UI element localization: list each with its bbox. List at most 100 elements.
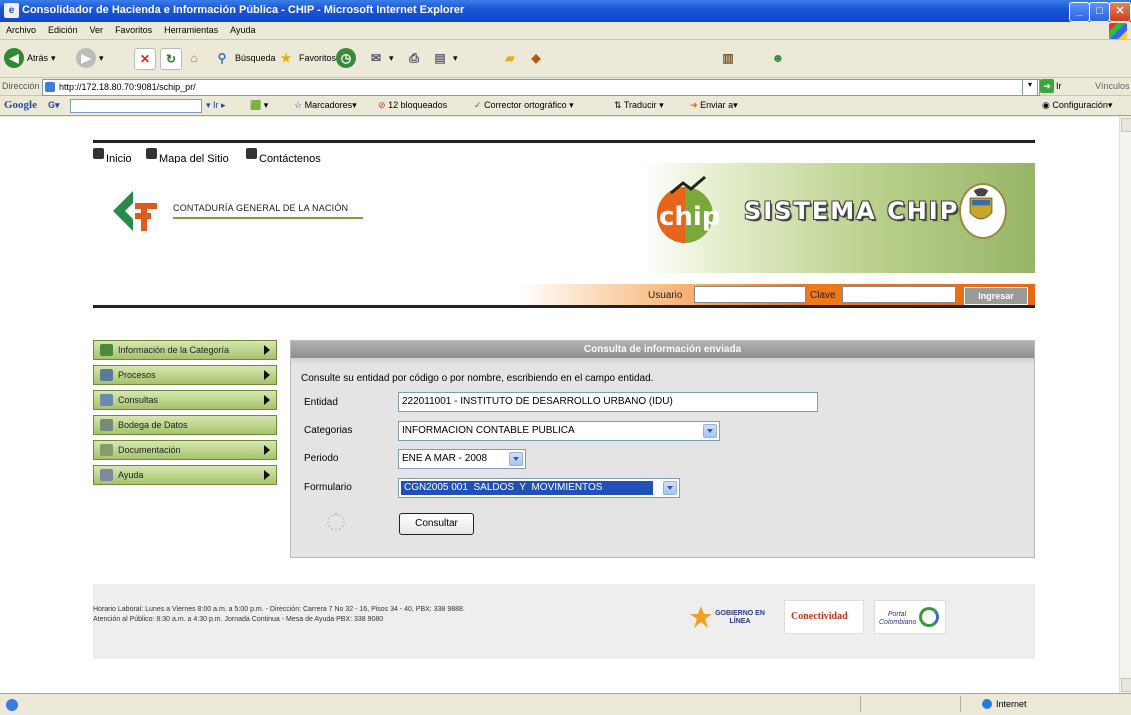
chevron-right-icon xyxy=(264,395,270,405)
menu-bar: Archivo Edición Ver Favoritos Herramientas Ay… xyxy=(0,22,1131,40)
gobierno-en-linea-label: GOBIERNO EN LÍNEA xyxy=(715,610,765,625)
google-logo[interactable]: Google xyxy=(4,99,37,111)
sidemenu-item-consultas[interactable]: Consultas xyxy=(93,390,277,410)
people-icon: ☻ xyxy=(771,51,785,65)
address-dropdown-button[interactable]: ▾ xyxy=(1022,79,1038,96)
home-icon xyxy=(93,148,104,159)
spellcheck-button[interactable]: ✓ Corrector ortográfico ▾ xyxy=(474,100,574,111)
stop-button[interactable]: ✕ xyxy=(134,48,156,70)
bookmarks-label: Marcadores xyxy=(304,100,353,110)
scroll-up-button[interactable] xyxy=(1121,118,1131,132)
popup-blocker-button[interactable]: ⊘ 12 bloqueados xyxy=(378,100,447,111)
address-input[interactable]: http://172.18.80.70:9081/schip_pr/ xyxy=(42,79,1040,96)
pagerank-icon[interactable]: 🟩 ▾ xyxy=(250,100,268,111)
minimize-button[interactable]: _ xyxy=(1069,2,1090,22)
loading-spinner-icon xyxy=(327,513,345,531)
zone-label: Internet xyxy=(996,699,1027,709)
maximize-button[interactable]: □ xyxy=(1089,2,1110,22)
formulario-select[interactable]: CGN2005 001 SALDOS Y MOVIMIENTOS xyxy=(398,478,680,498)
menu-ver[interactable]: Ver xyxy=(84,22,110,35)
consultar-button[interactable]: Consultar xyxy=(399,513,474,535)
google-g-icon[interactable]: G▾ xyxy=(48,100,60,111)
sidemenu-item-ayuda[interactable]: Ayuda xyxy=(93,465,277,485)
user-input[interactable] xyxy=(694,286,806,303)
gobierno-en-linea-logo[interactable]: GOBIERNO EN LÍNEA xyxy=(686,600,772,634)
address-label: Dirección xyxy=(2,81,40,91)
system-name: SISTEMA CHIP xyxy=(744,197,960,225)
sidemenu-item-bodega[interactable]: Bodega de Datos xyxy=(93,415,277,435)
conectividad-logo[interactable]: Conectividad xyxy=(784,600,864,634)
refresh-button[interactable]: ↻ xyxy=(160,48,182,70)
mail-button[interactable]: ✉ ▾ xyxy=(366,48,394,68)
print-button[interactable]: ⎙ xyxy=(404,48,424,68)
status-divider xyxy=(960,696,961,712)
sidemenu-item-info-categoria[interactable]: Información de la Categoría xyxy=(93,340,277,360)
form-instructions: Consulte su entidad por código o por nom… xyxy=(301,373,654,384)
vertical-scrollbar[interactable] xyxy=(1119,117,1131,693)
window-title: Consolidador de Hacienda e Información P… xyxy=(22,4,465,16)
translate-icon: ⇅ xyxy=(614,100,622,110)
footer-text: Horario Laboral: Lunes a Viernes 8:00 a.… xyxy=(93,605,465,625)
documentation-icon xyxy=(100,444,113,456)
search-button[interactable]: ⚲ Búsqueda xyxy=(212,48,276,68)
links-label[interactable]: Vínculos xyxy=(1095,81,1130,91)
menu-herramientas[interactable]: Herramientas xyxy=(158,22,224,35)
menu-favoritos[interactable]: Favoritos xyxy=(109,22,158,35)
translate-button[interactable]: ⇅ Traducir ▾ xyxy=(614,100,664,111)
history-button[interactable]: ◷ xyxy=(336,48,356,68)
star-outline-icon: ☆ xyxy=(294,100,303,110)
messenger-button[interactable]: ◆ xyxy=(526,48,546,68)
favorites-button[interactable]: ★ Favoritos xyxy=(276,48,336,68)
back-label: Atrás xyxy=(27,53,49,63)
send-icon: ➜ xyxy=(690,100,698,110)
google-go-label: Ir xyxy=(213,100,219,110)
site-banner: CONTADURÍA GENERAL DE LA NACIÓN chip SIS… xyxy=(93,163,1035,280)
star-icon: ★ xyxy=(280,51,292,65)
menu-ayuda[interactable]: Ayuda xyxy=(224,22,261,35)
research-button[interactable]: ▥ xyxy=(718,48,738,68)
edit-button[interactable]: ▤ ▾ xyxy=(430,48,457,68)
form-heading: Consulta de información enviada xyxy=(291,341,1034,358)
history-icon: ◷ xyxy=(336,48,356,68)
sidemenu-item-documentacion[interactable]: Documentación xyxy=(93,440,277,460)
go-icon[interactable]: ➜ xyxy=(1040,79,1054,93)
categorias-select[interactable]: INFORMACION CONTABLE PUBLICA xyxy=(398,421,720,441)
google-search-button[interactable]: ▾ Ir ▸ xyxy=(206,100,226,111)
send-to-button[interactable]: ➜ Enviar a▾ xyxy=(690,100,738,111)
folder-button[interactable]: ▰ xyxy=(500,48,520,68)
login-button[interactable]: Ingresar xyxy=(964,287,1028,305)
chevron-right-icon xyxy=(264,470,270,480)
edit-icon: ▤ xyxy=(434,51,446,65)
bookmarks-button[interactable]: ☆ Marcadores▾ xyxy=(294,100,357,111)
ie-icon: e xyxy=(4,3,19,18)
home-button[interactable]: ⌂ xyxy=(184,48,204,68)
settings-button[interactable]: ◉ Configuración▾ xyxy=(1042,100,1112,111)
entidad-label: Entidad xyxy=(304,397,338,408)
scroll-down-button[interactable] xyxy=(1121,678,1131,692)
portal-colombiano-logo[interactable]: Portal Colombiano xyxy=(874,600,946,634)
processes-icon xyxy=(100,369,113,381)
back-button[interactable]: ◀ Atrás ▾ xyxy=(4,48,56,68)
nav-home-link[interactable]: Inicio xyxy=(93,148,132,165)
send-label: Enviar a xyxy=(700,100,734,110)
chevron-down-icon xyxy=(703,424,717,438)
entidad-input[interactable]: 222011001 - INSTITUTO DE DESARROLLO URBA… xyxy=(398,392,818,412)
nav-sitemap-link[interactable]: Mapa del Sitio xyxy=(146,148,229,165)
conectividad-label: Conectividad xyxy=(791,611,848,622)
categorias-selected-value: INFORMACION CONTABLE PUBLICA xyxy=(402,425,575,436)
messenger-people-button[interactable]: ☻ xyxy=(768,48,788,68)
portal-colombiano-label: Portal Colombiano xyxy=(879,611,917,626)
password-input[interactable] xyxy=(842,286,956,303)
menu-archivo[interactable]: Archivo xyxy=(0,22,42,35)
close-button[interactable]: ✕ xyxy=(1109,2,1131,22)
periodo-select[interactable]: ENE A MAR - 2008 xyxy=(398,449,526,469)
settings-label: Configuración xyxy=(1052,100,1108,110)
blocked-icon: ⊘ xyxy=(378,100,386,110)
browser-toolbar: ◀ Atrás ▾ ▶ ▾ ✕ ↻ ⌂ ⚲ Búsqueda ★ Favoritos… xyxy=(0,40,1131,78)
nav-contact-link[interactable]: Contáctenos xyxy=(246,148,321,165)
menu-edicion[interactable]: Edición xyxy=(42,22,84,35)
sidemenu-item-procesos[interactable]: Procesos xyxy=(93,365,277,385)
go-label[interactable]: Ir xyxy=(1056,81,1062,91)
google-search-input[interactable] xyxy=(70,99,202,113)
forward-button[interactable]: ▶ ▾ xyxy=(76,48,104,68)
